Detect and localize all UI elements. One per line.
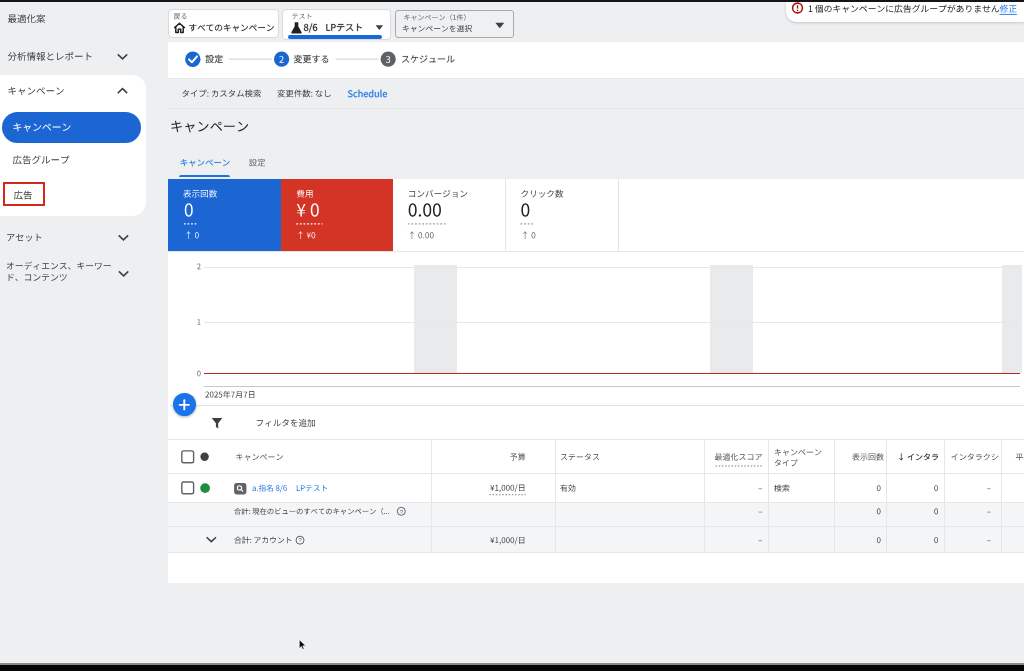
svg-text:?: ? bbox=[298, 537, 302, 543]
svg-text:?: ? bbox=[400, 509, 404, 515]
